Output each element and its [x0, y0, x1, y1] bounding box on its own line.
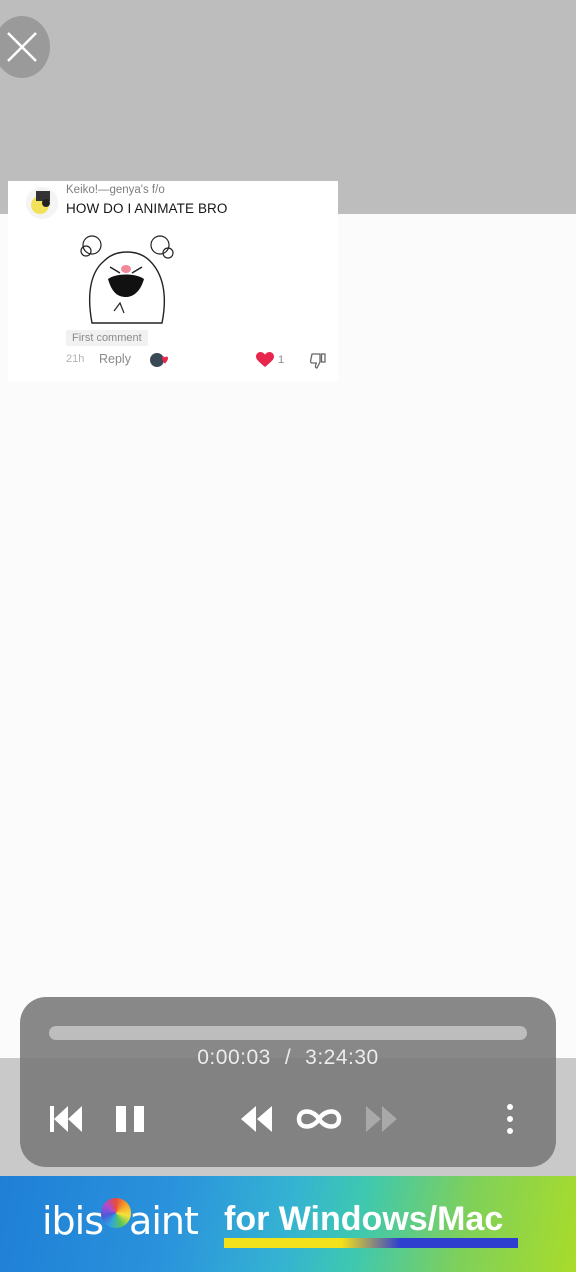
- current-time: 0:00:03: [197, 1046, 271, 1069]
- close-icon: [7, 32, 37, 62]
- logo-text-right: aint: [129, 1199, 199, 1243]
- like-count: 1: [278, 354, 285, 366]
- infinity-icon: [296, 1109, 342, 1129]
- reply-button[interactable]: Reply: [99, 352, 131, 366]
- loop-button[interactable]: [292, 1099, 346, 1139]
- first-comment-badge: First comment: [66, 330, 148, 346]
- more-vertical-icon: [507, 1104, 513, 1134]
- ad-tagline-underline: [224, 1238, 518, 1248]
- logo-text-left: ibis: [42, 1199, 104, 1243]
- dislike-icon[interactable]: [309, 352, 327, 370]
- time-display: 0:00:03 / 3:24:30: [20, 1046, 556, 1070]
- video-player-controls: 0:00:03 / 3:24:30: [20, 997, 556, 1167]
- more-options-button[interactable]: [498, 1099, 522, 1139]
- pause-button[interactable]: [112, 1099, 148, 1139]
- rewind-icon: [241, 1106, 272, 1132]
- previous-button[interactable]: [48, 1099, 84, 1139]
- ad-banner[interactable]: ibis aint for Windows/Mac: [0, 1176, 576, 1272]
- color-wheel-icon: [101, 1198, 132, 1228]
- avatar[interactable]: [26, 187, 58, 219]
- ibispaint-logo: ibis aint: [42, 1198, 199, 1243]
- angry-character-sticker: [80, 235, 174, 324]
- rewind-button[interactable]: [238, 1099, 274, 1139]
- comment-card: Keiko!—genya's f/o HOW DO I ANIMATE BRO …: [8, 181, 338, 381]
- creator-liked-icon: [150, 353, 168, 367]
- comment-text: HOW DO I ANIMATE BRO: [66, 201, 228, 216]
- heart-icon: [256, 352, 274, 367]
- comment-username[interactable]: Keiko!—genya's f/o: [66, 184, 165, 196]
- fast-forward-button[interactable]: [364, 1099, 400, 1139]
- total-time: 3:24:30: [305, 1046, 379, 1069]
- seek-bar[interactable]: [49, 1026, 527, 1040]
- bottom-strip: [0, 1272, 576, 1280]
- fast-forward-icon: [366, 1106, 397, 1132]
- like-button[interactable]: 1: [256, 352, 284, 368]
- pause-icon: [116, 1106, 144, 1132]
- ad-tagline: for Windows/Mac: [224, 1200, 504, 1238]
- comment-timestamp: 21h: [66, 353, 85, 365]
- skip-previous-icon: [50, 1106, 82, 1132]
- time-separator: /: [284, 1046, 292, 1069]
